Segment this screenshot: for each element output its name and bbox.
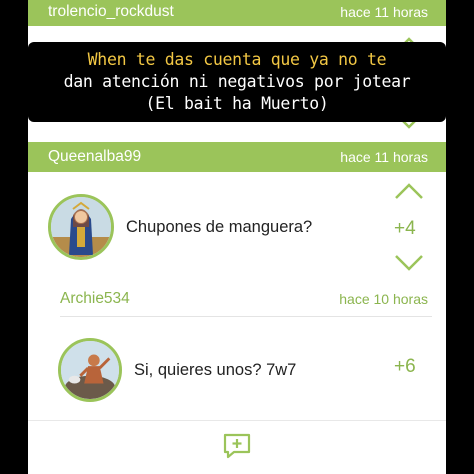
chevron-down-icon[interactable] (394, 254, 424, 272)
vote-score: +4 (394, 218, 416, 239)
comment-text: Si, quieres unos? 7w7 (134, 361, 297, 379)
avatar[interactable] (58, 338, 122, 402)
divider (60, 316, 432, 317)
timestamp: hace 10 horas (339, 291, 428, 307)
timestamp: hace 11 horas (340, 4, 428, 20)
comment-text: Chupones de manguera? (126, 218, 313, 236)
username[interactable]: trolencio_rockdust (48, 3, 174, 21)
username[interactable]: Queenalba99 (48, 148, 141, 166)
chevron-up-icon[interactable] (394, 182, 424, 200)
vote-score: +6 (394, 356, 416, 377)
reply-header: Archie534 hace 10 horas (28, 284, 446, 314)
add-comment-icon[interactable] (222, 432, 252, 460)
caption-line: dan atención ni negativos por jotear (63, 72, 411, 91)
avatar[interactable] (48, 194, 114, 260)
meme-caption: When te das cuenta que ya no te dan aten… (28, 42, 446, 122)
caption-line: (El bait ha Muerto) (145, 94, 329, 113)
post-header: Queenalba99 hace 11 horas (28, 142, 446, 172)
divider (28, 420, 446, 421)
caption-line: When te das cuenta que ya no te (87, 50, 387, 69)
timestamp: hace 11 horas (340, 149, 428, 165)
post-header: trolencio_rockdust hace 11 horas (28, 0, 446, 26)
username[interactable]: Archie534 (60, 290, 130, 308)
